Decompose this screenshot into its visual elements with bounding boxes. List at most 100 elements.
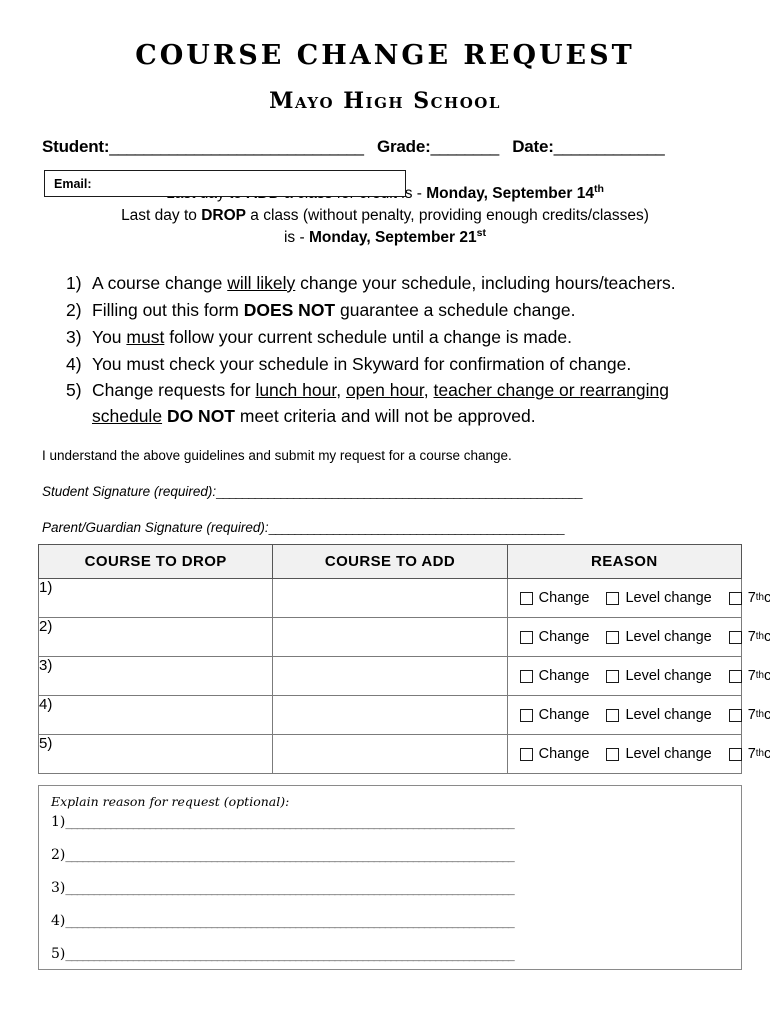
deadline-add-date: Monday, September 14 — [426, 184, 594, 202]
reason-option-2[interactable]: Level change — [606, 590, 712, 606]
guideline-number: 1) — [66, 272, 82, 293]
reason-option-label: Change — [538, 629, 590, 645]
reason-option-2[interactable]: Level change — [606, 707, 712, 723]
reason-option-1[interactable]: Change — [519, 668, 589, 684]
deadline-drop-suffix: st — [476, 226, 487, 239]
email-label: Email: — [54, 177, 92, 191]
guideline-item-1: 1) A course change will likely change you… — [66, 271, 724, 297]
grade-input-rule[interactable]: ________ — [431, 137, 500, 156]
reason-option-label: 7 — [747, 590, 756, 606]
reason-option-label: Change — [538, 707, 590, 723]
checkbox-icon[interactable] — [728, 630, 742, 644]
reason-options-group: Change Level change 7th class — [508, 618, 770, 656]
cell-course-to-add[interactable] — [272, 734, 508, 774]
checkbox-icon[interactable] — [606, 669, 620, 683]
explain-line-1[interactable]: 1)______________________________________… — [51, 814, 729, 830]
student-label: Student: — [42, 136, 110, 156]
parent-signature-label: Parent/Guardian Signature (required): — [42, 520, 269, 536]
guideline-item-5: 5) Change requests for lunch hour, open h… — [66, 380, 669, 427]
reason-option-label-tail: class — [764, 707, 770, 723]
reason-option-label-tail: class — [764, 746, 770, 762]
explain-line-2[interactable]: 2)______________________________________… — [51, 847, 729, 863]
reason-option-1[interactable]: Change — [519, 590, 589, 606]
cell-course-to-add[interactable] — [272, 617, 508, 657]
guideline-item-3: 3) You must follow your current schedule … — [66, 325, 724, 351]
explain-reason-label: Explain reason for request (optional): — [51, 794, 290, 809]
reason-option-2[interactable]: Level change — [606, 668, 712, 684]
deadline-drop: Last day to DROP a class (without penalt… — [42, 205, 728, 227]
reason-option-label: 7 — [747, 629, 756, 645]
explain-line-rule[interactable]: ________________________________________… — [65, 913, 514, 929]
reason-option-3[interactable]: 7th class — [728, 707, 770, 723]
reason-option-2[interactable]: Level change — [606, 629, 712, 645]
reason-option-3[interactable]: 7th class — [728, 668, 770, 684]
explain-line-5[interactable]: 5)______________________________________… — [51, 946, 729, 962]
checkbox-icon[interactable] — [519, 708, 533, 722]
checkbox-icon[interactable] — [606, 591, 620, 605]
cell-course-to-drop[interactable]: 4) — [37, 695, 274, 735]
guideline-item-2: 2) Filling out this form DOES NOT guarant… — [66, 298, 724, 324]
guideline-number: 3) — [66, 326, 82, 347]
explain-line-3[interactable]: 3)______________________________________… — [51, 880, 729, 896]
cell-course-to-drop[interactable]: 3) — [37, 656, 274, 696]
course-change-table: COURSE TO DROP COURSE TO ADD REASON 1) Ch… — [37, 544, 770, 774]
table-row: 3) Change Level change 7th class — [37, 656, 770, 696]
checkbox-icon[interactable] — [519, 669, 533, 683]
reason-option-label-tail: class — [764, 629, 770, 645]
cell-reason: Change Level change 7th class — [506, 734, 770, 774]
school-name: Mayo High School — [269, 87, 501, 114]
cell-course-to-drop[interactable]: 5) — [37, 734, 274, 774]
checkbox-icon[interactable] — [606, 747, 620, 761]
cell-course-to-add[interactable] — [272, 695, 508, 735]
explain-line-rule[interactable]: ________________________________________… — [65, 847, 514, 863]
checkbox-icon[interactable] — [728, 747, 742, 761]
explain-line-rule[interactable]: ________________________________________… — [65, 946, 514, 962]
reason-option-3[interactable]: 7th class — [728, 746, 770, 762]
reason-option-label-tail: class — [764, 668, 770, 684]
reason-option-3[interactable]: 7th class — [728, 629, 770, 645]
checkbox-icon[interactable] — [519, 747, 533, 761]
checkbox-icon[interactable] — [519, 591, 533, 605]
checkbox-icon[interactable] — [728, 591, 742, 605]
cell-course-to-drop[interactable]: 2) — [37, 617, 274, 657]
checkbox-icon[interactable] — [606, 708, 620, 722]
explain-line-number: 4) — [51, 913, 66, 929]
reason-option-1[interactable]: Change — [519, 746, 589, 762]
deadline-drop-mid: a class (without penalty, providing enou… — [246, 206, 649, 224]
deadline-drop-is: is - — [283, 228, 309, 246]
explain-line-rule[interactable]: ________________________________________… — [65, 814, 514, 830]
explain-line-4[interactable]: 4)______________________________________… — [51, 913, 729, 929]
header-course-to-drop: COURSE TO DROP — [37, 544, 274, 579]
reason-options-group: Change Level change 7th class — [508, 657, 770, 695]
identity-row: Student:______________________________ Gr… — [42, 137, 728, 157]
cell-course-to-add[interactable] — [272, 578, 508, 618]
reason-option-label: 7 — [747, 746, 756, 762]
reason-options-group: Change Level change 7th class — [508, 735, 770, 773]
reason-option-label: Level change — [625, 707, 712, 723]
cell-course-to-drop[interactable]: 1) — [37, 578, 274, 618]
parent-signature-rule[interactable]: ________________________________________… — [269, 520, 565, 535]
reason-option-1[interactable]: Change — [519, 629, 590, 645]
checkbox-icon[interactable] — [606, 630, 620, 644]
reason-option-label: 7 — [747, 668, 756, 684]
checkbox-icon[interactable] — [728, 669, 742, 683]
reason-option-label: Level change — [625, 629, 712, 645]
reason-option-label: Level change — [625, 590, 712, 606]
student-input-rule[interactable]: ______________________________ — [109, 137, 364, 156]
student-signature-rule[interactable]: ________________________________________… — [216, 484, 582, 499]
grade-label: Grade: — [376, 136, 431, 156]
date-input-rule[interactable]: _____________ — [554, 137, 665, 156]
checkbox-icon[interactable] — [519, 630, 533, 644]
explain-reason-box: Explain reason for request (optional): 1… — [38, 785, 742, 970]
explain-line-rule[interactable]: ________________________________________… — [65, 880, 514, 896]
reason-option-1[interactable]: Change — [519, 707, 590, 723]
reason-option-2[interactable]: Level change — [606, 746, 712, 762]
reason-options-group: Change Level change 7th class — [508, 696, 770, 734]
checkbox-icon[interactable] — [728, 708, 742, 722]
course-change-request-form: COURSE CHANGE REQUEST Mayo High School S… — [0, 0, 770, 1024]
email-field[interactable]: Email: — [44, 170, 406, 197]
reason-option-label: Level change — [625, 668, 712, 684]
reason-option-3[interactable]: 7th class — [728, 590, 770, 606]
cell-course-to-add[interactable] — [272, 656, 508, 696]
cell-reason: Change Level change 7th class — [506, 617, 770, 657]
